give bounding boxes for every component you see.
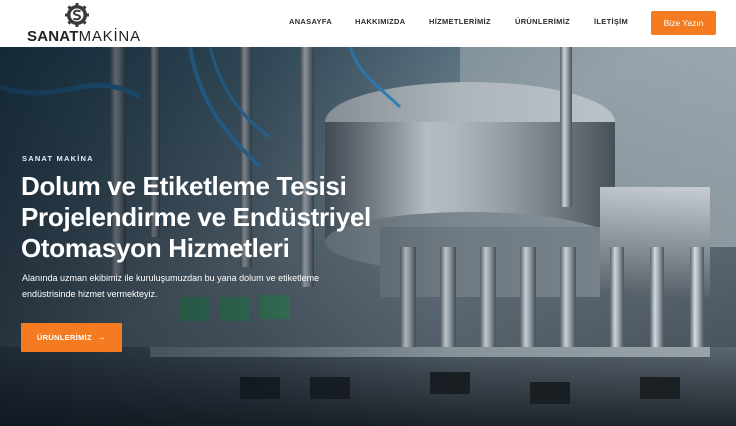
nav-item-hakkimizda[interactable]: HAKKIMIZDA <box>355 17 406 26</box>
nav-item-hizmetlerimiz[interactable]: HİZMETLERİMİZ <box>429 17 491 26</box>
products-button-label: ÜRÜNLERİMİZ <box>36 333 92 342</box>
hero-subtext: Alanında uzman ekibimiz ile kuruluşumuzd… <box>22 273 320 299</box>
hero-eyebrow: SANAT MAKİNA <box>22 154 94 163</box>
nav-item-iletisim[interactable]: İLETİŞİM <box>594 17 628 26</box>
page: SANATMAKİNA ANASAYFA HAKKIMIZDA HİZMETLE… <box>0 0 736 426</box>
arrow-right-icon: → <box>96 332 107 342</box>
nav-item-urunlerimiz[interactable]: ÜRÜNLERİMİZ <box>515 17 570 26</box>
hero-section: SANAT MAKİNA Dolum ve Etiketleme Tesisi … <box>0 47 736 426</box>
hero-headline: Dolum ve Etiketleme Tesisi Projelendirme… <box>21 171 371 263</box>
nav-item-anasayfa[interactable]: ANASAYFA <box>289 17 332 26</box>
contact-cta-button[interactable]: Bize Yazın <box>651 11 716 35</box>
site-header: SANATMAKİNA ANASAYFA HAKKIMIZDA HİZMETLE… <box>0 0 736 47</box>
products-button[interactable]: ÜRÜNLERİMİZ → <box>21 323 122 352</box>
main-nav: ANASAYFA HAKKIMIZDA HİZMETLERİMİZ ÜRÜNLE… <box>0 17 736 31</box>
